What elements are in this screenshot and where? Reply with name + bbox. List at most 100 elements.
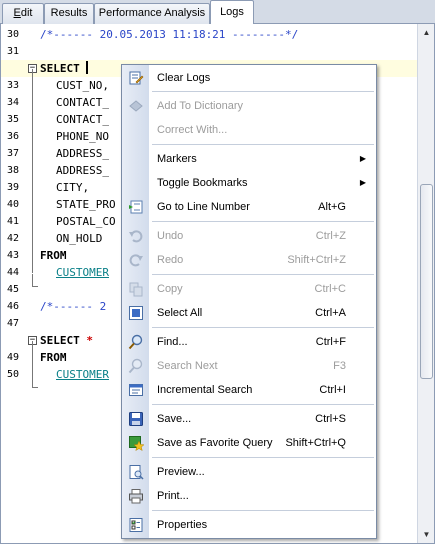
menu-item-label: Select All	[157, 307, 203, 319]
column-name: CONTACT_	[56, 113, 109, 126]
keyword-from: FROM	[40, 351, 67, 364]
tab-logs[interactable]: Logs	[210, 0, 254, 25]
scrollbar-thumb[interactable]	[420, 184, 433, 379]
favorite-query-icon	[129, 436, 144, 451]
scroll-up-icon[interactable]: ▲	[419, 25, 434, 40]
vertical-scrollbar[interactable]: ▲ ▼	[417, 24, 434, 543]
line-number: 50	[7, 369, 20, 380]
menu-item-properties[interactable]: Properties	[122, 513, 376, 537]
incremental-search-icon	[129, 384, 143, 396]
fold-guide-end	[32, 387, 38, 388]
tab-edit-label-rest: dit	[20, 7, 33, 19]
tab-edit[interactable]: Edit	[2, 3, 44, 24]
star-operator: *	[86, 334, 93, 347]
menu-item-clear-logs[interactable]: Clear Logs	[122, 66, 376, 90]
tab-performance-analysis[interactable]: Performance Analysis	[94, 3, 210, 24]
menu-separator	[152, 457, 374, 458]
comment-text: /*------ 20.05.2013 11:18:21 --------*/	[40, 28, 299, 41]
menu-item-search-next[interactable]: Search Next F3	[122, 354, 376, 378]
menu-item-correct-with[interactable]: Correct With...	[122, 118, 376, 142]
tab-results-label: Results	[50, 7, 88, 19]
menu-item-shortcut: Ctrl+C	[314, 283, 346, 295]
column-name: CONTACT_	[56, 96, 109, 109]
menu-item-label: Clear Logs	[157, 72, 211, 84]
menu-item-shortcut: Ctrl+I	[319, 384, 346, 396]
menu-item-toggle-bookmarks[interactable]: Toggle Bookmarks ▶	[122, 171, 376, 195]
table-name-link[interactable]: CUSTOMER	[56, 366, 109, 383]
menu-item-save[interactable]: Save... Ctrl+S	[122, 407, 376, 431]
column-name: CUST_NO,	[56, 79, 109, 92]
menu-item-select-all[interactable]: Select All Ctrl+A	[122, 301, 376, 325]
menu-item-find[interactable]: Find... Ctrl+F	[122, 330, 376, 354]
line-number: 38	[7, 165, 20, 176]
keyword-select-text: SELECT	[40, 62, 80, 75]
scroll-down-icon[interactable]: ▼	[419, 527, 434, 542]
line-number: 35	[7, 114, 20, 125]
tab-edit-accel: E	[13, 7, 21, 19]
menu-separator	[152, 274, 374, 275]
properties-icon	[129, 518, 143, 532]
column-name: ADDRESS_	[56, 164, 109, 177]
menu-item-label: Copy	[157, 283, 183, 295]
clear-logs-icon	[129, 71, 144, 85]
tab-results[interactable]: Results	[44, 3, 94, 24]
menu-item-label: Incremental Search	[157, 384, 253, 396]
menu-item-incremental-search[interactable]: Incremental Search Ctrl+I	[122, 378, 376, 402]
menu-item-label: Save...	[157, 413, 192, 425]
menu-item-label: Add To Dictionary	[157, 100, 244, 112]
menu-item-preview[interactable]: Preview...	[122, 460, 376, 484]
undo-icon	[129, 230, 143, 243]
menu-item-copy[interactable]: Copy Ctrl+C	[122, 277, 376, 301]
menu-item-label: Correct With...	[157, 124, 228, 136]
menu-item-label: Undo	[157, 230, 184, 242]
menu-separator	[152, 91, 374, 92]
menu-item-shortcut: F3	[333, 360, 346, 372]
menu-item-go-to-line-number[interactable]: Go to Line Number Alt+G	[122, 195, 376, 219]
menu-item-add-to-dictionary[interactable]: Add To Dictionary	[122, 94, 376, 118]
menu-item-shortcut: Ctrl+F	[315, 336, 346, 348]
column-name: ON_HOLD	[56, 232, 103, 245]
line-number: 44	[7, 267, 20, 278]
menu-item-shortcut: Ctrl+S	[315, 413, 346, 425]
menu-item-label: Redo	[157, 254, 184, 266]
line-number: 43	[7, 250, 20, 261]
menu-item-label: Go to Line Number	[157, 201, 250, 213]
menu-item-label: Save as Favorite Query	[157, 437, 273, 449]
copy-icon	[129, 282, 143, 297]
line-number: 37	[7, 148, 20, 159]
print-icon	[129, 489, 143, 504]
menu-separator	[152, 404, 374, 405]
menu-item-label: Properties	[157, 519, 208, 531]
menu-item-label: Toggle Bookmarks	[157, 177, 248, 189]
search-next-icon	[128, 358, 143, 374]
goto-line-icon	[129, 200, 143, 214]
menu-item-redo[interactable]: Redo Shift+Ctrl+Z	[122, 248, 376, 272]
column-name: POSTAL_CO	[56, 215, 116, 228]
menu-item-label: Preview...	[157, 466, 205, 478]
menu-item-shortcut: Shift+Ctrl+Z	[287, 254, 346, 266]
submenu-arrow-icon: ▶	[359, 178, 366, 187]
line-number: 34	[7, 97, 20, 108]
menu-item-save-as-favorite-query[interactable]: Save as Favorite Query Shift+Ctrl+Q	[122, 431, 376, 455]
menu-item-markers[interactable]: Markers ▶	[122, 147, 376, 171]
menu-item-label: Markers	[157, 153, 197, 165]
line-number: 40	[7, 199, 20, 210]
editor-line: 30 /*------ 20.05.2013 11:18:21 --------…	[1, 26, 418, 43]
menu-item-print[interactable]: Print...	[122, 484, 376, 508]
redo-icon	[129, 254, 143, 267]
line-number: 41	[7, 216, 20, 227]
menu-item-label: Search Next	[157, 360, 218, 372]
menu-item-label: Print...	[157, 490, 189, 502]
line-number: 42	[7, 233, 20, 244]
tab-performance-analysis-label: Performance Analysis	[98, 7, 206, 19]
keyword-from: FROM	[40, 249, 67, 262]
column-name: CITY,	[56, 181, 90, 194]
menu-item-undo[interactable]: Undo Ctrl+Z	[122, 224, 376, 248]
find-icon	[128, 334, 143, 350]
line-number: 36	[7, 131, 20, 142]
line-number: 31	[7, 46, 20, 57]
menu-item-shortcut: Ctrl+A	[315, 307, 346, 319]
menu-separator	[152, 327, 374, 328]
keyword-select: SELECT	[40, 60, 89, 77]
table-name-link[interactable]: CUSTOMER	[56, 264, 109, 281]
